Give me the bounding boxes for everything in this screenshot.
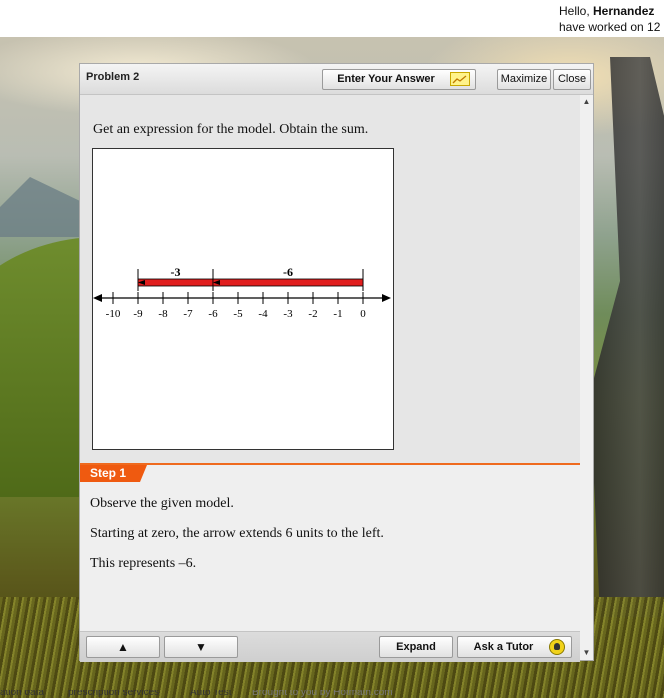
greeting-prefix: Hello,: [559, 4, 594, 18]
problem-title: Problem 2: [86, 71, 140, 83]
previous-step-button[interactable]: ▲: [86, 636, 160, 658]
user-name: Hernandez: [593, 4, 655, 18]
scroll-down-icon[interactable]: ▼: [580, 646, 593, 660]
footer-links: ation data prescription services Auto Te…: [0, 690, 664, 698]
scroll-up-icon[interactable]: ▲: [580, 95, 593, 109]
step-line-2: Starting at zero, the arrow extends 6 un…: [90, 526, 384, 541]
tick-label: 0: [360, 308, 366, 320]
tick-label: -1: [333, 308, 342, 320]
enter-answer-button[interactable]: Enter Your Answer: [322, 69, 476, 90]
bottom-toolbar: ▲ ▼ Expand Ask a Tutor: [80, 631, 580, 662]
user-greeting: Hello, Hernandez have worked on 12: [559, 3, 660, 35]
tick-label: -10: [106, 308, 121, 320]
step-tag: Step 1: [80, 465, 147, 482]
footer-link-1[interactable]: ation data: [0, 690, 44, 698]
tick-label: -9: [133, 308, 143, 320]
ask-tutor-button[interactable]: Ask a Tutor: [457, 636, 572, 658]
arrow-label: -6: [283, 265, 293, 279]
step-line-3: This represents –6.: [90, 556, 197, 571]
enter-answer-label: Enter Your Answer: [337, 73, 435, 85]
expand-button[interactable]: Expand: [379, 636, 453, 658]
tick-label: -8: [158, 308, 168, 320]
tutor-avatar-icon: [549, 639, 565, 655]
tick-label: -2: [308, 308, 317, 320]
tick-label: -7: [183, 308, 193, 320]
footer-link-2[interactable]: prescription services: [68, 690, 159, 698]
close-button[interactable]: Close: [553, 69, 591, 90]
problem-content: Get an expression for the model. Obtain …: [80, 95, 580, 631]
step-panel: Step 1 Observe the given model. Starting…: [80, 463, 580, 631]
footer-link-4: Brought to you by Hotmath.com: [252, 690, 393, 698]
footer-link-3[interactable]: Auto Test: [190, 690, 232, 698]
question-text: Get an expression for the model. Obtain …: [93, 122, 369, 137]
tick-label: -5: [233, 308, 243, 320]
maximize-button[interactable]: Maximize: [497, 69, 551, 90]
number-line-figure: -10 -9 -8 -7 -6 -5 -4 -3 -2 -1 0 -3 -6: [92, 148, 394, 450]
tick-label: -4: [258, 308, 268, 320]
graph-icon: [450, 72, 470, 86]
sum-arrow-bar: [212, 278, 364, 287]
ask-tutor-label: Ask a Tutor: [473, 641, 534, 653]
number-line-svg: -10 -9 -8 -7 -6 -5 -4 -3 -2 -1 0-3 -6: [93, 265, 391, 320]
step-line-1: Observe the given model.: [90, 496, 234, 511]
problem-window: Problem 2 Enter Your Answer Maximize Clo…: [79, 63, 594, 662]
tick-label: -6: [208, 308, 218, 320]
tick-label: -3: [283, 308, 293, 320]
axis-right-arrowhead: [382, 294, 391, 302]
next-step-button[interactable]: ▼: [164, 636, 238, 658]
vertical-scrollbar[interactable]: ▲ ▼: [580, 95, 593, 660]
arrow-label: -3: [171, 265, 181, 279]
sum-arrow-bar: [137, 278, 214, 287]
axis-left-arrowhead: [93, 294, 102, 302]
window-titlebar: Problem 2 Enter Your Answer Maximize Clo…: [80, 64, 593, 95]
worked-on-text: have worked on 12: [559, 20, 661, 34]
